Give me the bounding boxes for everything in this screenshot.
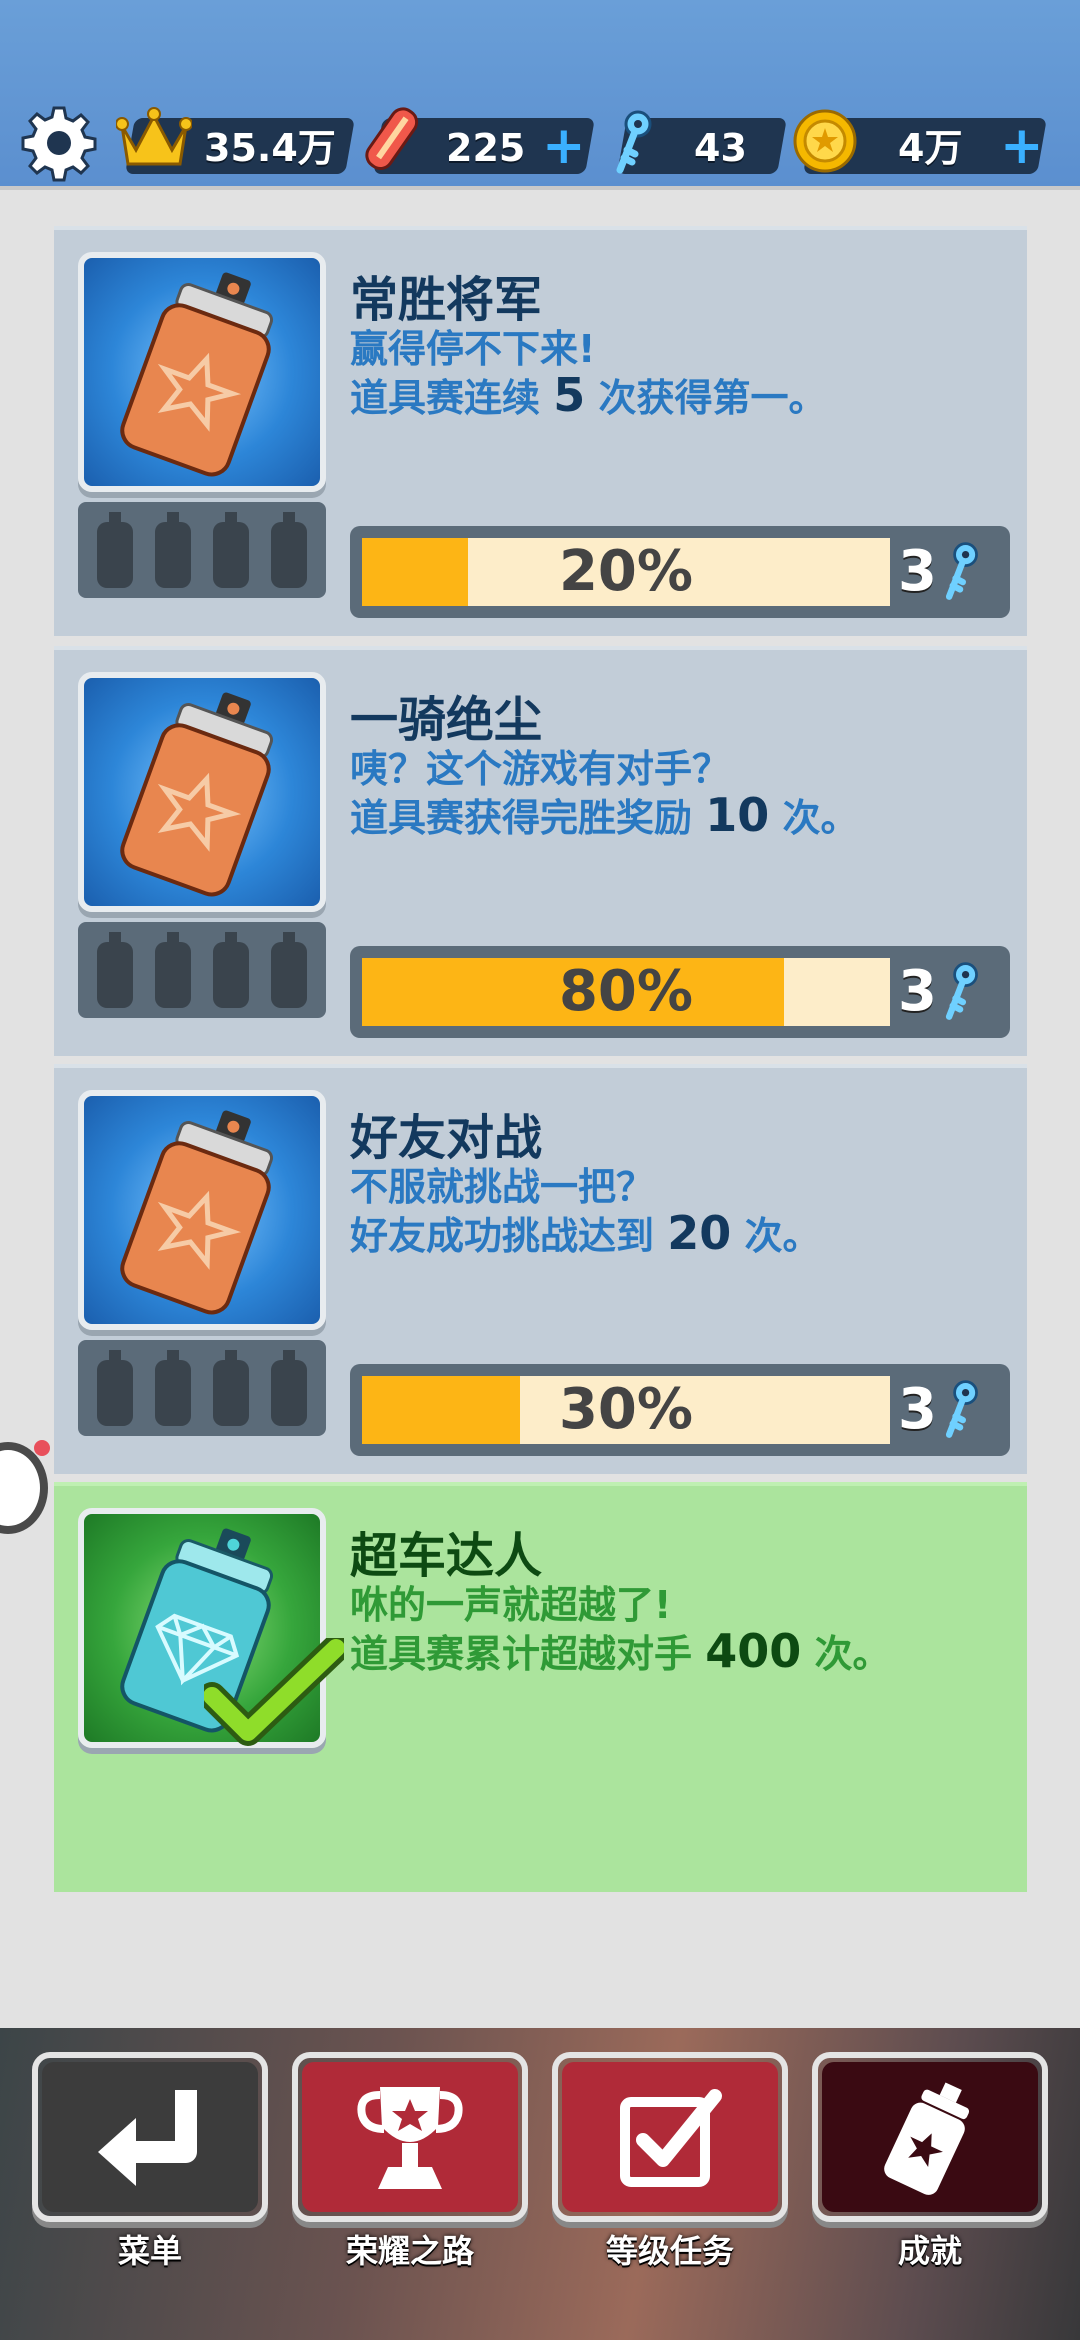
description-line-1: 赢得停不下来! [350,327,596,371]
spray-can-slot-icon [213,512,249,588]
crown-icon [116,107,192,166]
progress-bar: 30% [362,1376,890,1444]
spray-can-slot-icon [271,932,307,1008]
key-icon [945,962,978,1020]
coins-plus-button[interactable]: + [1000,120,1044,176]
spray-can-slot-icon [271,1350,307,1426]
keys-value: 43 [694,126,747,170]
achievement-card: 常胜将军 赢得停不下来! 道具赛连续 5 次获得第一。 20% 3 [54,226,1027,636]
progress-text: 80% [558,959,694,1024]
nav-glory-label: 荣耀之路 [345,2232,474,2270]
description-line-1: 不服就挑战一把？ [350,1165,655,1209]
settings-gear-icon[interactable] [20,104,98,182]
achievement-thumbnail [78,1090,326,1330]
coins-value: 4万 [898,126,963,170]
progress-bar: 80% [362,958,890,1026]
spray-can-slot-icon [213,932,249,1008]
spray-can-icon [884,2082,970,2195]
description-line-2: 道具赛连续 5 次获得第一。 [350,368,827,422]
reward-slots [78,502,326,598]
spray-can-slot-icon [213,1350,249,1426]
spray-can-icon [120,1110,274,1315]
hoverboard-icon [365,107,419,170]
achievement-description: 咻的一声就超越了! 道具赛累计超越对手 400 次。 [350,1582,1010,1677]
boards-value: 225 [446,126,526,170]
spray-can-slot-icon [97,512,133,588]
nav-achievements-label: 成就 [897,2232,962,2270]
nav-tasks-label: 等级任务 [605,2232,734,2270]
spray-can-slot-icon [97,1350,133,1426]
description-line-1: 咦？这个游戏有对手？ [350,747,731,791]
achievement-description: 咦？这个游戏有对手？ 道具赛获得完胜奖励 10 次。 [350,746,1010,841]
boards-plus-button[interactable]: + [542,120,586,176]
description-line-2: 道具赛获得完胜奖励 10 次。 [350,788,859,842]
nav-achievements-button[interactable] [812,2052,1048,2222]
reward-count: 3 [898,539,937,604]
description-line-1: 咻的一声就超越了! [350,1583,672,1627]
achievement-card: 一骑绝尘 咦？这个游戏有对手？ 道具赛获得完胜奖励 10 次。 80% 3 [54,646,1027,1056]
reward-count: 3 [898,1377,937,1442]
notification-dot [34,1440,50,1456]
achievement-title: 常胜将军 [350,272,543,328]
achievement-title: 一骑绝尘 [350,692,543,748]
achievement-description: 赢得停不下来! 道具赛连续 5 次获得第一。 [350,326,1010,421]
spray-can-slot-icon [155,512,191,588]
return-arrow-icon [98,2090,197,2186]
checkmark-icon [204,1638,344,1746]
achievement-card-completed: 超车达人 咻的一声就超越了! 道具赛累计超越对手 400 次。 [54,1482,1027,1892]
reward-slots [78,922,326,1018]
coin-icon [793,109,857,173]
progress-panel: 30% 3 [350,1364,1010,1456]
spray-can-slot-icon [155,1350,191,1426]
key-icon [945,542,978,600]
progress-panel: 20% 3 [350,526,1010,618]
achievement-title: 好友对战 [350,1110,543,1166]
achievement-thumbnail [78,252,326,492]
reward-count: 3 [898,959,937,1024]
achievement-title: 超车达人 [350,1528,543,1584]
spray-can-icon [120,692,274,897]
description-line-2: 道具赛累计超越对手 400 次。 [350,1624,891,1678]
key-icon [616,110,652,174]
spray-can-slot-icon [271,512,307,588]
achievement-description: 不服就挑战一把？ 好友成功挑战达到 20 次。 [350,1164,1010,1259]
spray-can-slot-icon [155,932,191,1008]
achievement-thumbnail [78,1508,344,1748]
nav-menu-button[interactable] [32,2052,268,2222]
key-icon [945,1380,978,1438]
progress-text: 20% [558,539,694,604]
checkbox-icon [620,2089,722,2187]
description-line-2: 好友成功挑战达到 20 次。 [350,1206,821,1260]
spray-can-slot-icon [97,932,133,1008]
nav-tasks-button[interactable] [552,2052,788,2222]
achievement-card: 好友对战 不服就挑战一把？ 好友成功挑战达到 20 次。 30% 3 [54,1064,1027,1474]
achievement-thumbnail [78,672,326,912]
progress-text: 30% [558,1377,694,1442]
score-value: 35.4万 [204,126,336,170]
trophy-icon [357,2087,463,2189]
nav-menu-label: 菜单 [117,2232,182,2270]
reward-slots [78,1340,326,1436]
progress-bar: 20% [362,538,890,606]
nav-glory-button[interactable] [292,2052,528,2222]
progress-panel: 80% 3 [350,946,1010,1038]
spray-can-icon [120,272,274,477]
